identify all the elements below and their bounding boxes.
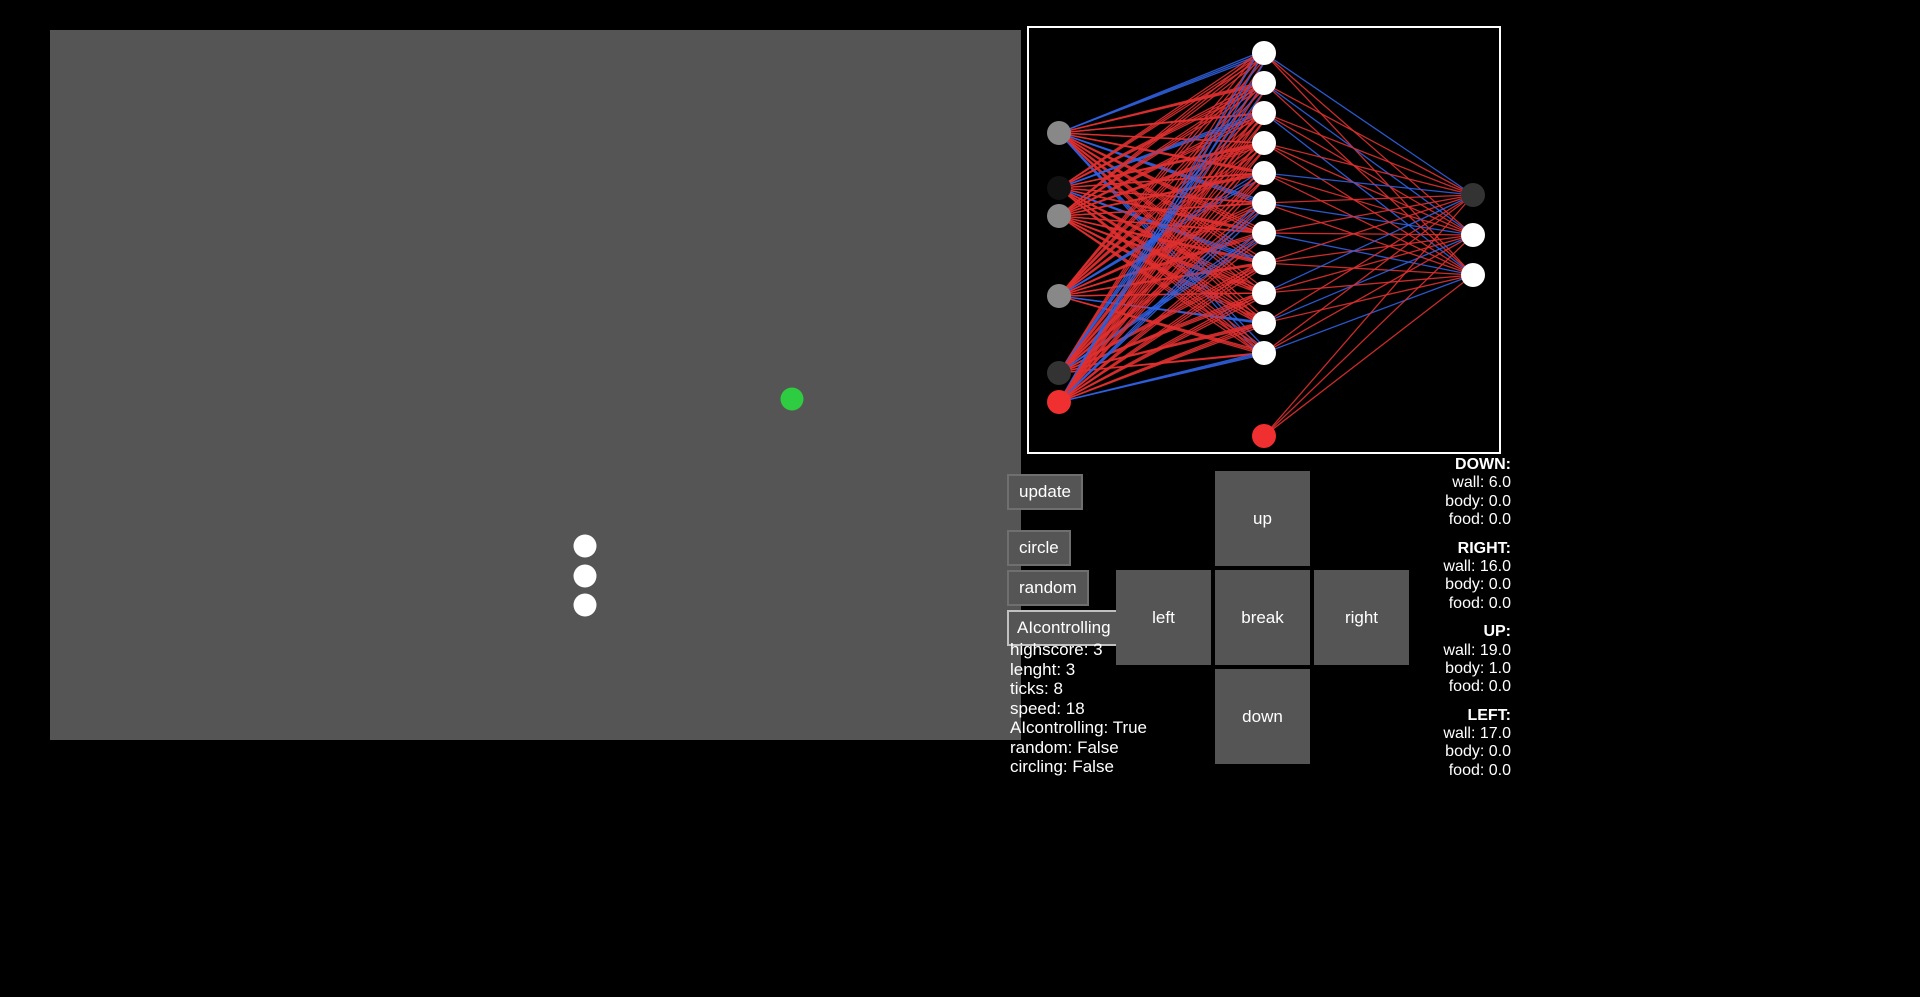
random-button[interactable]: random [1007,570,1089,606]
sensor-down-food: food: 0.0 [1421,511,1511,529]
neural-network-panel [1027,26,1501,454]
sensor-right-food: food: 0.0 [1421,595,1511,613]
snake-segment [574,565,597,588]
circle-button[interactable]: circle [1007,530,1071,566]
update-button[interactable]: update [1007,474,1083,510]
dpad-up-button[interactable]: up [1215,471,1310,566]
sensor-up-wall: wall: 19.0 [1421,642,1511,660]
sensor-up-body: body: 1.0 [1421,660,1511,678]
snake-segment [574,594,597,617]
neural-network-svg [1029,28,1499,452]
food-dot [781,388,804,411]
sensor-up-title: UP: [1421,623,1511,641]
sensor-down-title: DOWN: [1421,456,1511,474]
sensor-right-body: body: 0.0 [1421,576,1511,594]
sensor-readout: DOWN: wall: 6.0 body: 0.0 food: 0.0 RIGH… [1421,456,1511,780]
direction-pad: up left break right down [1116,471,1411,769]
dpad-right-button[interactable]: right [1314,570,1409,665]
sensor-right-title: RIGHT: [1421,540,1511,558]
snake-segment [574,535,597,558]
dpad-break-button[interactable]: break [1215,570,1310,665]
sensor-left-food: food: 0.0 [1421,762,1511,780]
sensor-left-title: LEFT: [1421,707,1511,725]
sensor-down-body: body: 0.0 [1421,493,1511,511]
sensor-left-body: body: 0.0 [1421,743,1511,761]
dpad-down-button[interactable]: down [1215,669,1310,764]
game-arena[interactable] [50,30,1021,740]
sensor-left-wall: wall: 17.0 [1421,725,1511,743]
sensor-up-food: food: 0.0 [1421,678,1511,696]
sensor-right-wall: wall: 16.0 [1421,558,1511,576]
sensor-down-wall: wall: 6.0 [1421,474,1511,492]
dpad-left-button[interactable]: left [1116,570,1211,665]
